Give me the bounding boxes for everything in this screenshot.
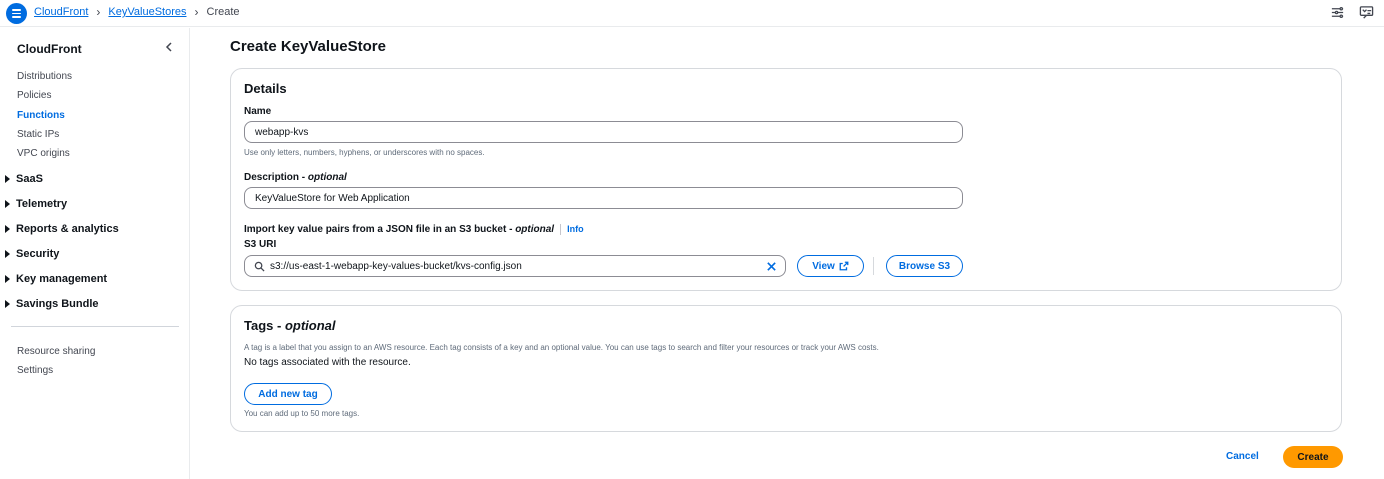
import-label: Import key value pairs from a JSON file … [244, 224, 584, 236]
name-hint: Use only letters, numbers, hyphens, or u… [244, 148, 485, 157]
tags-description: A tag is a label that you assign to an A… [244, 343, 879, 352]
caret-right-icon [5, 275, 10, 283]
search-icon [254, 261, 265, 272]
sidebar-group-reports-analytics[interactable]: Reports & analytics [5, 223, 119, 235]
s3-uri-input[interactable] [270, 258, 760, 274]
sidebar-divider [11, 326, 179, 327]
sidebar-group-savings-bundle[interactable]: Savings Bundle [5, 298, 99, 310]
details-heading: Details [244, 81, 287, 96]
side-navigation: CloudFront Distributions Policies Functi… [0, 28, 190, 479]
sidebar-group-security[interactable]: Security [5, 248, 59, 260]
button-separator [873, 257, 874, 275]
sidebar-group-saas[interactable]: SaaS [5, 173, 43, 185]
view-button[interactable]: View [797, 255, 864, 277]
sidebar-item-vpc-origins[interactable]: VPC origins [17, 148, 70, 159]
top-navigation-bar: CloudFront › KeyValueStores › Create [0, 0, 1384, 27]
caret-right-icon [5, 300, 10, 308]
page-title: Create KeyValueStore [230, 38, 386, 55]
breadcrumb: CloudFront › KeyValueStores › Create [34, 6, 240, 18]
sidebar-item-resource-sharing[interactable]: Resource sharing [17, 346, 95, 357]
tags-panel: Tags - optional A tag is a label that yo… [230, 305, 1342, 432]
feedback-icon[interactable] [1359, 5, 1374, 20]
chevron-right-icon: › [96, 5, 101, 19]
caret-right-icon [5, 200, 10, 208]
sidebar-item-policies[interactable]: Policies [17, 90, 51, 101]
s3-uri-label: S3 URI [244, 239, 277, 250]
sidebar-item-functions[interactable]: Functions [17, 110, 65, 121]
description-input[interactable] [244, 187, 963, 209]
breadcrumb-keyvaluestores[interactable]: KeyValueStores [108, 6, 186, 18]
description-label: Description - optional [244, 172, 347, 183]
create-button[interactable]: Create [1283, 446, 1343, 468]
breadcrumb-current: Create [206, 6, 240, 18]
chevron-left-icon[interactable] [163, 41, 175, 53]
sidebar-item-static-ips[interactable]: Static IPs [17, 129, 59, 140]
browse-s3-button[interactable]: Browse S3 [886, 255, 963, 277]
info-link[interactable]: Info [567, 224, 584, 234]
name-label: Name [244, 106, 272, 117]
sidebar-title: CloudFront [17, 42, 82, 56]
cancel-button[interactable]: Cancel [1226, 451, 1259, 462]
info-separator [560, 224, 562, 235]
add-new-tag-button[interactable]: Add new tag [244, 383, 332, 405]
chevron-right-icon: › [194, 5, 199, 19]
sidebar-group-telemetry[interactable]: Telemetry [5, 198, 67, 210]
sidebar-item-distributions[interactable]: Distributions [17, 71, 72, 82]
tags-heading: Tags - optional [244, 318, 336, 333]
caret-right-icon [5, 175, 10, 183]
no-tags-text: No tags associated with the resource. [244, 357, 411, 368]
breadcrumb-cloudfront[interactable]: CloudFront [34, 6, 88, 18]
name-input[interactable] [244, 121, 963, 143]
external-link-icon [839, 261, 849, 271]
caret-right-icon [5, 225, 10, 233]
hamburger-menu-icon[interactable] [6, 3, 27, 24]
details-panel: Details Name Use only letters, numbers, … [230, 68, 1342, 291]
clear-icon[interactable] [766, 261, 777, 272]
split-panel-icon[interactable] [1330, 5, 1345, 20]
tags-limit-hint: You can add up to 50 more tags. [244, 409, 360, 418]
caret-right-icon [5, 250, 10, 258]
s3-uri-field[interactable] [244, 255, 786, 277]
sidebar-item-settings[interactable]: Settings [17, 365, 53, 376]
sidebar-group-key-management[interactable]: Key management [5, 273, 107, 285]
